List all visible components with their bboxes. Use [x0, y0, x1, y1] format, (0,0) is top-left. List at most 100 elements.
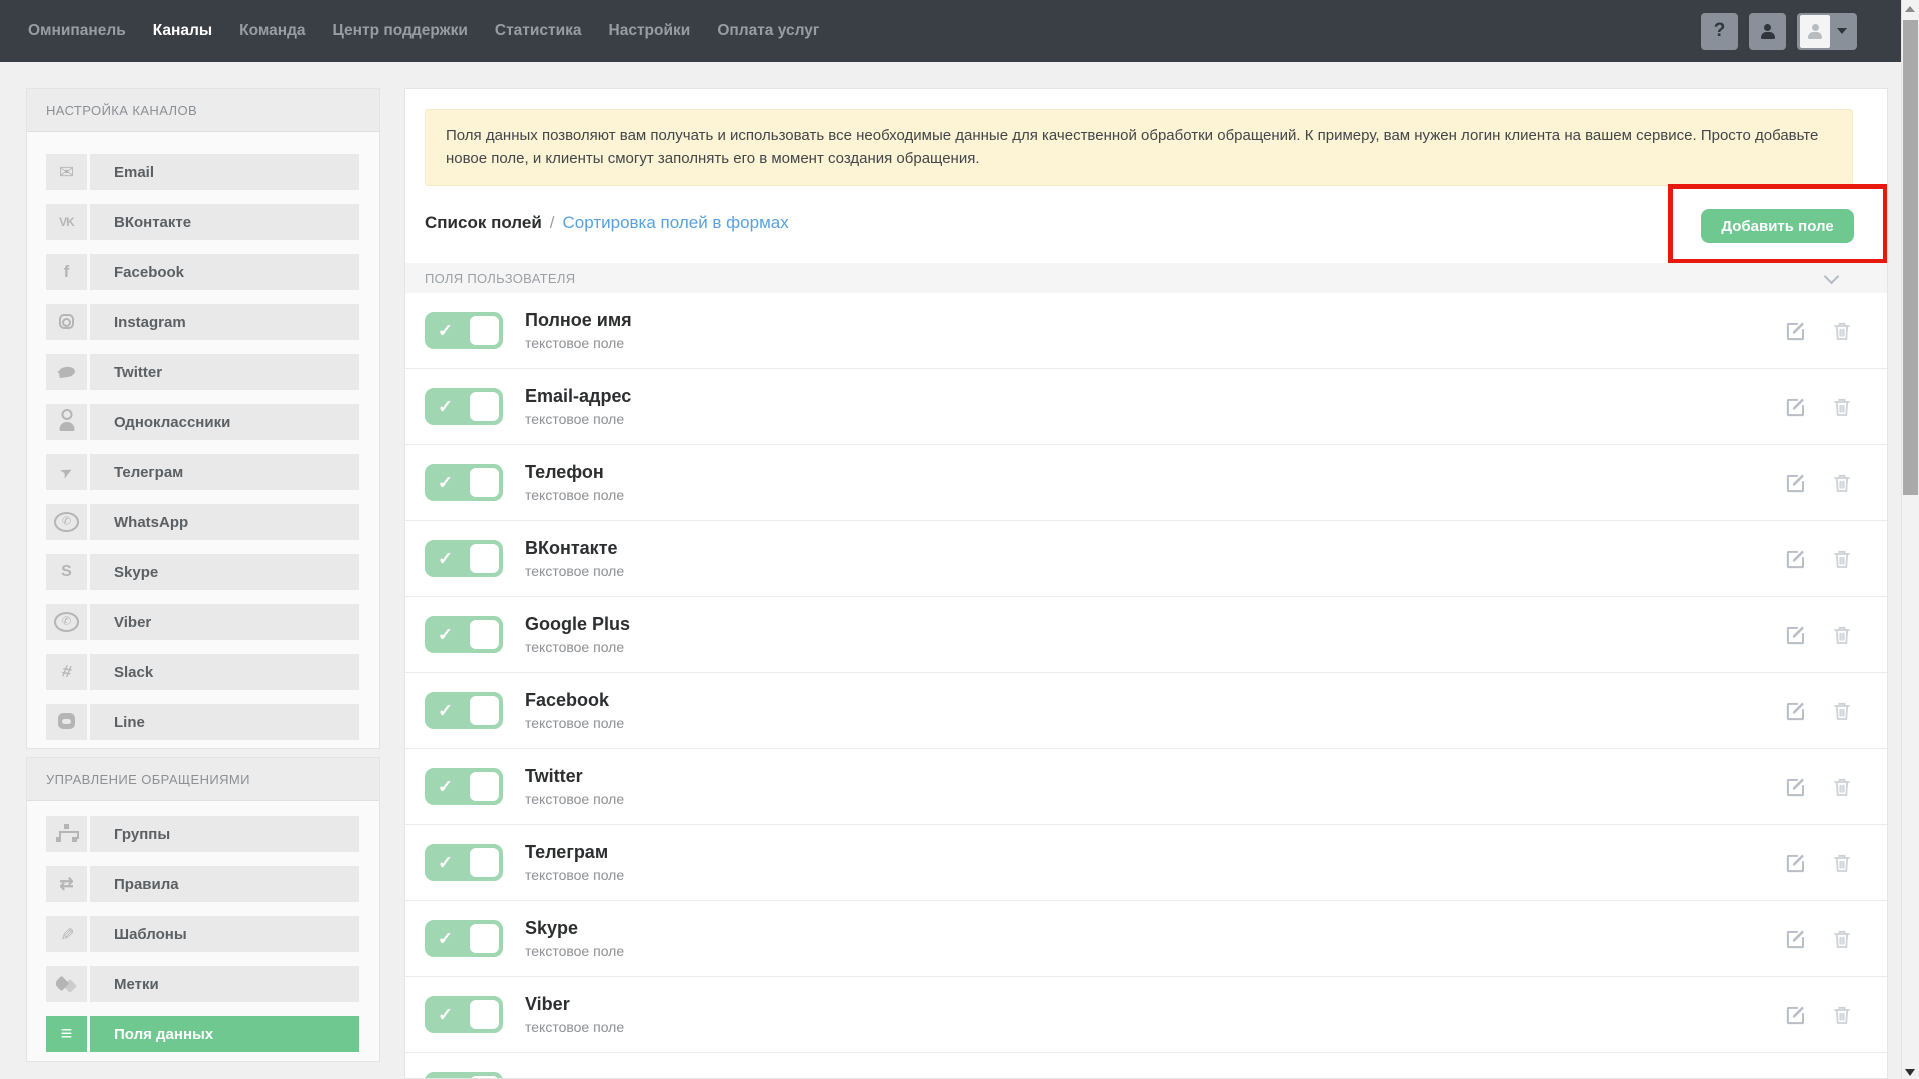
toggle-knob [470, 468, 499, 497]
sidebar-item[interactable]: Телеграм [46, 454, 359, 490]
twitter-icon [46, 354, 87, 390]
edit-field-button[interactable] [1783, 546, 1809, 572]
nav-item[interactable]: Настройки [609, 22, 691, 40]
tab-field-list[interactable]: Список полей [425, 213, 542, 233]
account-menu-button[interactable] [1797, 13, 1857, 50]
delete-field-button[interactable] [1829, 926, 1855, 952]
field-info: Twitter текстовое поле [525, 766, 624, 807]
edit-field-button[interactable] [1783, 470, 1809, 496]
sidebar-item[interactable]: ВКонтакте [46, 204, 359, 240]
sidebar-item[interactable]: Instagram [46, 304, 359, 340]
edit-field-button[interactable] [1783, 622, 1809, 648]
field-info: Viber текстовое поле [525, 994, 624, 1035]
nav-item[interactable]: Команда [239, 22, 305, 40]
nav-item[interactable]: Оплата услуг [717, 22, 819, 40]
delete-field-button[interactable] [1829, 470, 1855, 496]
sidebar-item[interactable]: Line [46, 704, 359, 740]
field-enabled-toggle[interactable]: ✓ [425, 616, 503, 653]
sidebar-item[interactable]: Поля данных [46, 1016, 359, 1052]
check-icon: ✓ [438, 1004, 453, 1025]
edit-icon [1783, 470, 1809, 496]
trash-icon [1830, 395, 1854, 419]
sidebar-item[interactable]: Slack [46, 654, 359, 690]
sidebar-management-list: Группы Правила Шаблоны Метки [27, 801, 379, 1052]
edit-icon [1783, 926, 1809, 952]
field-enabled-toggle[interactable]: ✓ [425, 312, 503, 349]
collapse-chevron-icon[interactable] [1824, 269, 1840, 285]
check-icon: ✓ [438, 928, 453, 949]
sidebar-item[interactable]: WhatsApp [46, 504, 359, 540]
sidebar-item[interactable]: Шаблоны [46, 916, 359, 952]
delete-field-button[interactable] [1829, 774, 1855, 800]
nav-item[interactable]: Омнипанель [28, 22, 126, 40]
nav-item[interactable]: Статистика [495, 22, 582, 40]
delete-field-button[interactable] [1829, 1002, 1855, 1028]
edit-field-button[interactable] [1783, 774, 1809, 800]
data-fields-panel: Поля данных позволяют вам получать и исп… [404, 88, 1888, 1079]
delete-field-button[interactable] [1829, 698, 1855, 724]
ok-icon [46, 404, 87, 440]
field-enabled-toggle[interactable]: ✓ [425, 1072, 503, 1079]
field-info: Facebook текстовое поле [525, 690, 624, 731]
edit-field-button[interactable] [1783, 318, 1809, 344]
nav-item[interactable]: Центр поддержки [333, 22, 468, 40]
field-title: Facebook [525, 690, 624, 712]
add-field-button[interactable]: Добавить поле [1701, 209, 1854, 243]
delete-field-button[interactable] [1829, 546, 1855, 572]
nav-item[interactable]: Каналы [153, 22, 212, 40]
page-scrollbar[interactable] [1901, 0, 1919, 1079]
field-enabled-toggle[interactable]: ✓ [425, 540, 503, 577]
edit-icon [1783, 546, 1809, 572]
delete-field-button[interactable] [1829, 318, 1855, 344]
sidebar-item-label: Одноклассники [90, 404, 359, 440]
toggle-knob [470, 316, 499, 345]
help-button[interactable]: ? [1701, 13, 1738, 50]
edit-field-button[interactable] [1783, 850, 1809, 876]
scrollbar-thumb[interactable] [1903, 20, 1918, 495]
field-enabled-toggle[interactable]: ✓ [425, 388, 503, 425]
sidebar-item[interactable]: Skype [46, 554, 359, 590]
field-enabled-toggle[interactable]: ✓ [425, 996, 503, 1033]
sidebar-item[interactable]: Группы [46, 816, 359, 852]
field-enabled-toggle[interactable]: ✓ [425, 768, 503, 805]
row-actions [1783, 1002, 1855, 1028]
tab-field-sorting-link[interactable]: Сортировка полей в формах [563, 213, 789, 233]
trash-icon [1830, 1003, 1854, 1027]
check-icon: ✓ [438, 548, 453, 569]
field-enabled-toggle[interactable]: ✓ [425, 920, 503, 957]
edit-field-button[interactable] [1783, 926, 1809, 952]
sidebar-item[interactable]: Facebook [46, 254, 359, 290]
trash-icon [1830, 775, 1854, 799]
row-actions [1783, 318, 1855, 344]
sidebar-item[interactable]: Viber [46, 604, 359, 640]
field-type: текстовое поле [525, 411, 631, 427]
scroll-down-arrow-icon[interactable] [1905, 1069, 1915, 1076]
sidebar-item[interactable]: Twitter [46, 354, 359, 390]
delete-field-button[interactable] [1829, 850, 1855, 876]
field-enabled-toggle[interactable]: ✓ [425, 464, 503, 501]
field-type: текстовое поле [525, 335, 632, 351]
sidebar-item[interactable]: Метки [46, 966, 359, 1002]
delete-field-button[interactable] [1829, 622, 1855, 648]
field-enabled-toggle[interactable]: ✓ [425, 844, 503, 881]
sidebar-item[interactable]: Email [46, 154, 359, 190]
templates-icon [46, 916, 87, 952]
edit-icon [1783, 318, 1809, 344]
scroll-up-arrow-icon[interactable] [1905, 6, 1915, 12]
toggle-knob [470, 772, 499, 801]
user-fields-section-title: ПОЛЯ ПОЛЬЗОВАТЕЛЯ [425, 271, 575, 286]
profile-button[interactable] [1749, 13, 1786, 50]
sidebar-item-label: Line [90, 704, 359, 740]
edit-field-button[interactable] [1783, 394, 1809, 420]
row-actions [1783, 926, 1855, 952]
sidebar-item[interactable]: Одноклассники [46, 404, 359, 440]
field-title: Skype [525, 918, 624, 940]
avatar [1800, 15, 1830, 48]
delete-field-button[interactable] [1829, 394, 1855, 420]
field-type: текстовое поле [525, 639, 630, 655]
whatsapp-icon [46, 504, 87, 540]
sidebar-item[interactable]: Правила [46, 866, 359, 902]
edit-field-button[interactable] [1783, 1002, 1809, 1028]
edit-field-button[interactable] [1783, 698, 1809, 724]
field-enabled-toggle[interactable]: ✓ [425, 692, 503, 729]
